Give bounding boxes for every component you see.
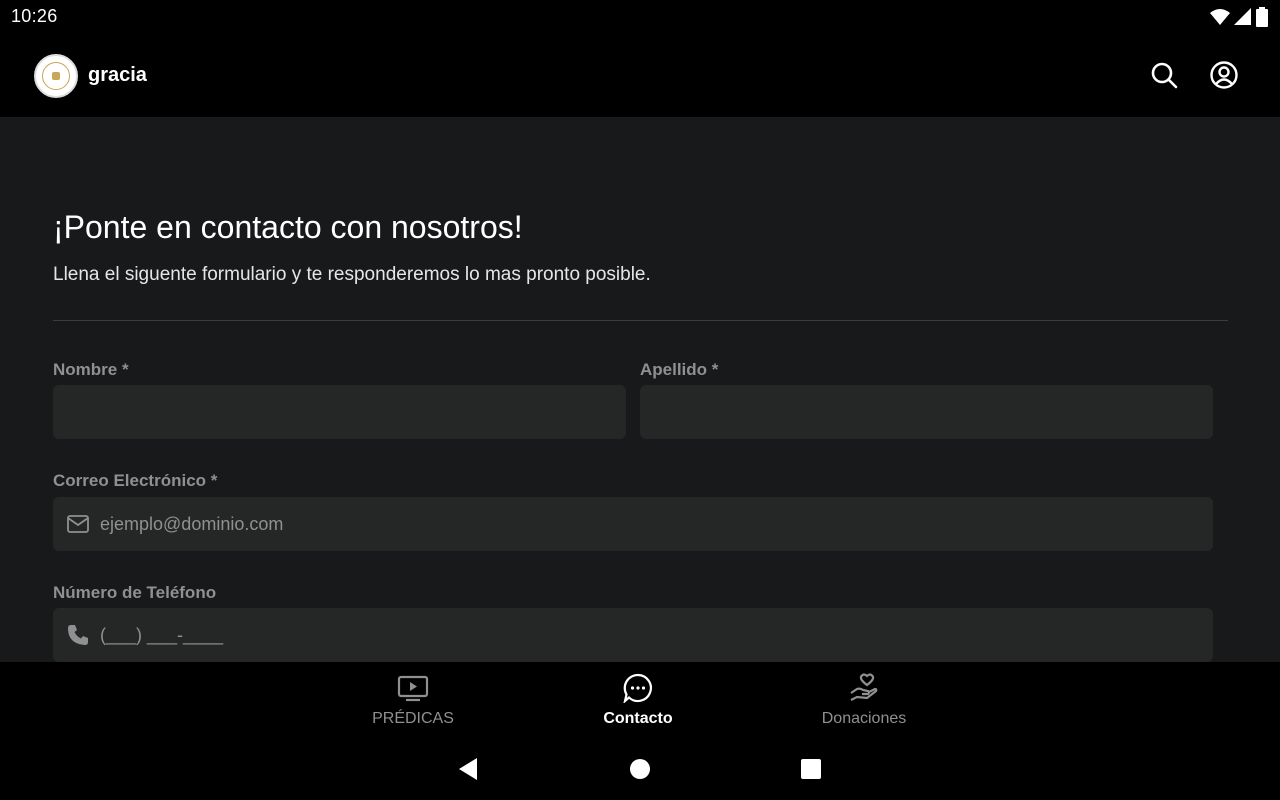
nav-item-donaciones[interactable]: Donaciones	[784, 672, 944, 728]
status-time: 10:26	[11, 6, 58, 26]
phone-input[interactable]	[100, 624, 1144, 646]
hand-heart-icon	[848, 672, 880, 704]
nav-item-predicas[interactable]: PRÉDICAS	[333, 672, 493, 728]
status-bar: 10:26	[0, 0, 1280, 33]
status-icons	[1210, 7, 1268, 32]
search-icon	[1151, 62, 1178, 89]
home-circle-icon	[630, 759, 650, 779]
chat-bubble-icon	[622, 672, 654, 704]
email-field[interactable]	[53, 497, 1213, 551]
first-name-input[interactable]	[63, 401, 579, 423]
app-title: gracia	[88, 64, 147, 86]
recents-square-icon	[801, 759, 821, 779]
app-logo[interactable]	[34, 54, 78, 98]
divider	[53, 320, 1228, 321]
last-name-label: Apellido *	[640, 360, 719, 379]
battery-icon	[1256, 7, 1268, 32]
search-button[interactable]	[1148, 59, 1180, 91]
home-button[interactable]	[627, 756, 653, 782]
recents-button[interactable]	[798, 756, 824, 782]
back-triangle-icon	[459, 758, 477, 780]
phone-label: Número de Teléfono	[53, 583, 217, 602]
account-icon	[1210, 61, 1238, 89]
contact-form-page: ¡Ponte en contacto con nosotros! Llena e…	[0, 117, 1280, 662]
signal-icon	[1234, 8, 1252, 31]
system-navigation-bar	[0, 738, 1280, 800]
wifi-icon	[1210, 8, 1230, 31]
tv-play-icon	[397, 672, 429, 704]
logo-emblem-icon	[42, 62, 70, 90]
app-actions	[1148, 59, 1240, 91]
envelope-icon	[66, 512, 90, 536]
first-name-label: Nombre *	[53, 360, 129, 379]
account-button[interactable]	[1208, 59, 1240, 91]
phone-field[interactable]	[53, 608, 1213, 662]
email-input[interactable]	[100, 513, 1144, 535]
last-name-input[interactable]	[650, 401, 1166, 423]
last-name-field[interactable]	[640, 385, 1213, 439]
email-label: Correo Electrónico *	[53, 471, 218, 490]
page-title: ¡Ponte en contacto con nosotros!	[53, 209, 523, 245]
first-name-field[interactable]	[53, 385, 626, 439]
nav-label-predicas: PRÉDICAS	[372, 710, 454, 727]
page-subtitle: Llena el siguente formulario y te respon…	[53, 264, 651, 285]
app-bar: gracia	[0, 33, 1280, 117]
nav-label-donaciones: Donaciones	[821, 710, 907, 727]
nav-label-contacto: Contacto	[603, 710, 673, 727]
nav-item-contacto[interactable]: Contacto	[558, 672, 718, 728]
phone-icon	[66, 623, 90, 647]
back-button[interactable]	[455, 756, 481, 782]
bottom-navigation: PRÉDICAS Contacto Donaciones	[0, 662, 1280, 738]
